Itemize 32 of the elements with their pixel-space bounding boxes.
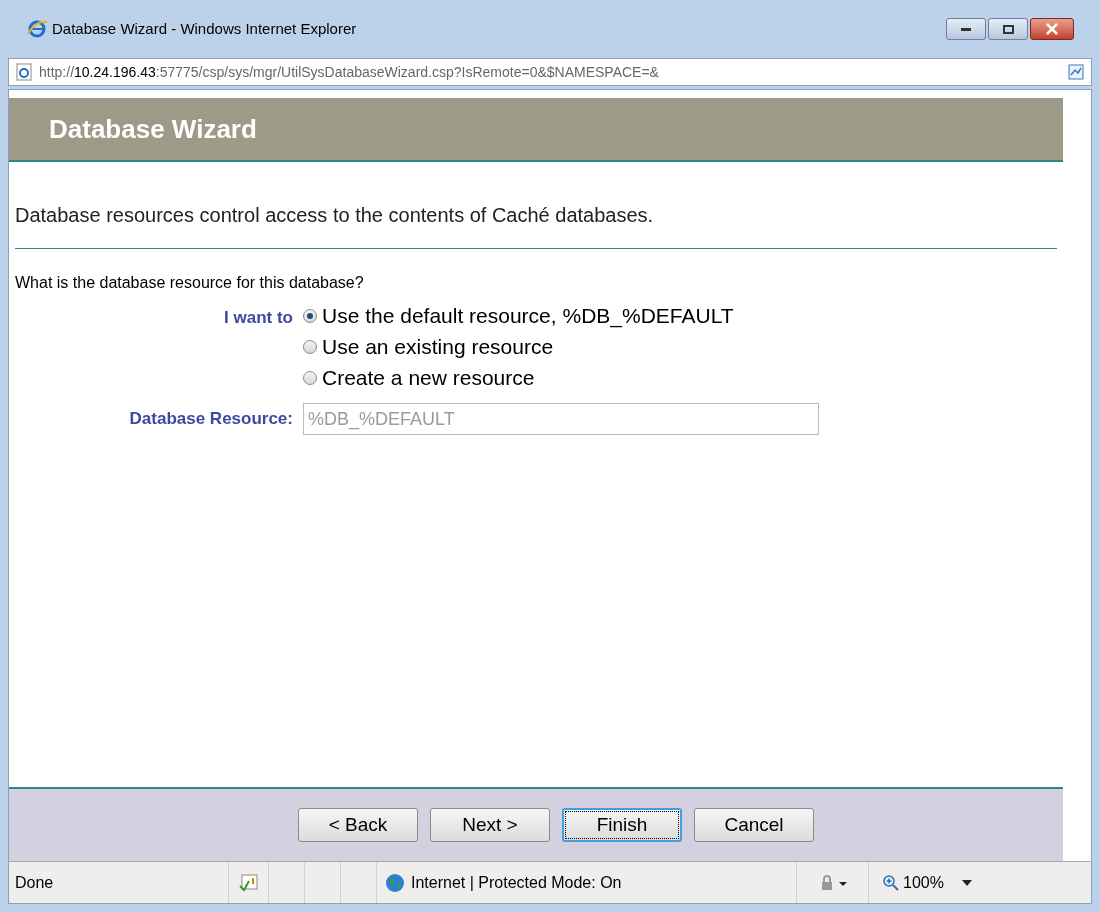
radio-button[interactable] xyxy=(303,371,317,385)
close-icon xyxy=(1046,23,1058,35)
url-text: http://10.24.196.43:57775/csp/sys/mgr/UtilSysDatabaseWizard.csp?IsRemote=0&$NAMESPACE=& xyxy=(39,62,659,82)
globe-icon xyxy=(385,872,405,893)
compatibility-check-icon xyxy=(238,873,259,892)
field-label: Database Resource: xyxy=(129,409,293,429)
intro-text: Database resources control access to the contents of Caché databases. xyxy=(15,204,654,226)
radio-button[interactable] xyxy=(303,340,317,354)
zone-text: Internet | Protected Mode: On xyxy=(411,872,622,893)
question-text: What is the database resource for this database? xyxy=(15,274,364,291)
maximize-button[interactable] xyxy=(988,18,1028,40)
wizard-button[interactable]: Finish xyxy=(562,808,682,842)
dropdown-caret-icon[interactable] xyxy=(961,879,972,886)
wizard-button[interactable]: Next > xyxy=(430,808,550,842)
zoom-icon xyxy=(883,874,899,891)
minimize-button[interactable] xyxy=(946,18,986,40)
radio-label[interactable]: Use an existing resource xyxy=(322,334,554,360)
wizard-button[interactable]: Cancel xyxy=(694,808,814,842)
choice-label: I want to xyxy=(224,308,293,327)
close-button[interactable] xyxy=(1030,18,1074,40)
radio-label[interactable]: Create a new resource xyxy=(322,365,535,391)
radio-label[interactable]: Use the default resource, %DB_%DEFAULT xyxy=(322,303,734,329)
radio-button[interactable] xyxy=(303,309,317,323)
wizard-button[interactable]: < Back xyxy=(298,808,418,842)
compatibility-icon[interactable] xyxy=(1067,63,1085,81)
page-title: Database Wizard xyxy=(49,112,257,146)
browser-logo-icon xyxy=(26,18,48,40)
address-bar[interactable]: http://10.24.196.43:57775/csp/sys/mgr/UtilSysDatabaseWizard.csp?IsRemote=0&$NAMESPACE=& xyxy=(8,58,1092,86)
zoom-level[interactable]: 100% xyxy=(903,870,944,895)
status-text: Done xyxy=(15,872,54,893)
page-icon xyxy=(15,63,33,81)
window-title: Database Wizard - Windows Internet Explorer xyxy=(52,18,357,39)
